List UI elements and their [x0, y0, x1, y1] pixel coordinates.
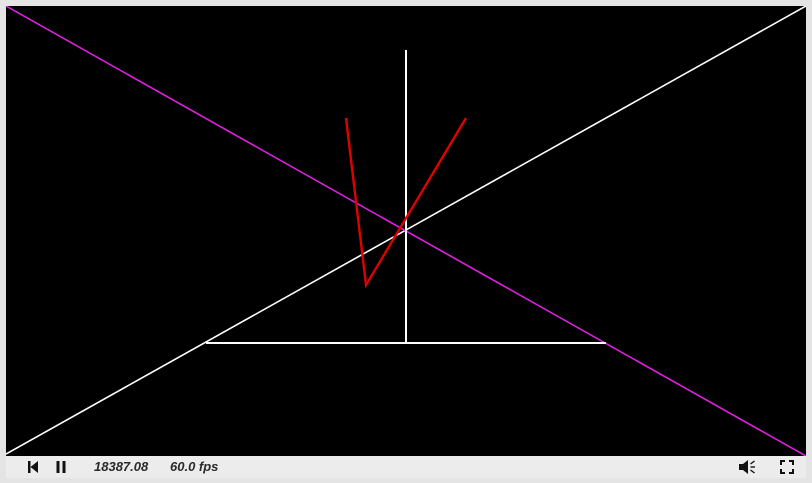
speaker-volume-icon[interactable]	[738, 458, 758, 476]
skip-to-start-icon[interactable]	[26, 458, 40, 476]
pause-icon[interactable]	[54, 458, 68, 476]
player-frame: 18387.08 60.0 fps	[0, 0, 812, 483]
fullscreen-icon[interactable]	[778, 458, 796, 476]
scene-svg	[6, 6, 806, 456]
fps-readout: 60.0 fps	[170, 459, 219, 474]
time-readout: 18387.08	[94, 459, 149, 474]
control-bar: 18387.08 60.0 fps	[6, 456, 806, 478]
render-canvas[interactable]	[6, 6, 806, 456]
